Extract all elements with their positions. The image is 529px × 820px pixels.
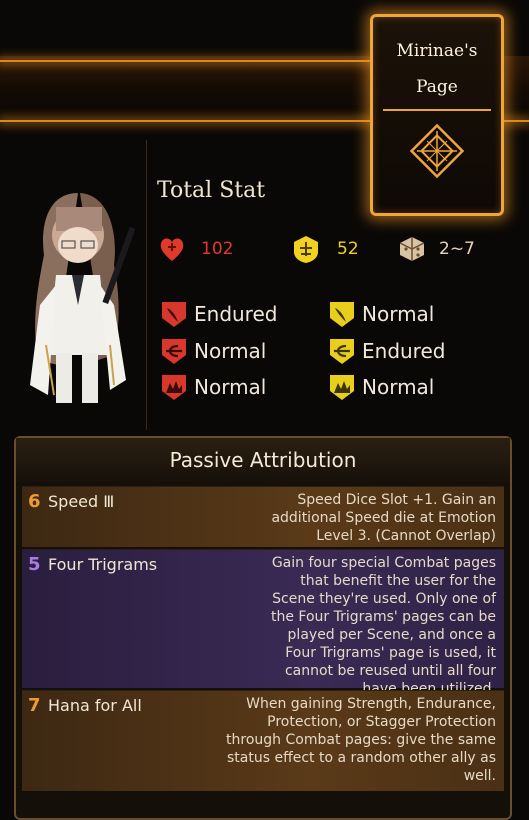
slash-resist-icon: [162, 302, 186, 327]
passive-panel: Passive Attribution 6 Speed Ⅲ Speed Dice…: [14, 436, 512, 820]
passive-description: When gaining Strength, Endurance, Protec…: [226, 696, 496, 784]
hp-heart-icon: [160, 238, 184, 261]
physical-resist-pierce-value: Normal: [194, 339, 267, 363]
stagger-resist-slash: Normal: [328, 300, 434, 328]
passive-name: Four Trigrams: [48, 555, 158, 574]
key-page-card[interactable]: Mirinae's Page: [370, 14, 504, 216]
character-portrait: [30, 193, 136, 403]
physical-resist-slash: Endured: [160, 300, 277, 328]
passive-row[interactable]: 7 Hana for All When gaining Strength, En…: [22, 690, 504, 791]
physical-resist-blunt-value: Normal: [194, 375, 267, 399]
stagger-slash-icon: [330, 302, 354, 327]
bottom-glow-line-right: [500, 120, 529, 122]
stagger-stat: 52: [291, 234, 359, 264]
pierce-resist-icon: [162, 339, 186, 364]
stagger-resist-pierce: Endured: [328, 337, 445, 365]
passive-cost: 6: [28, 491, 41, 512]
total-stat-label: Total Stat: [157, 178, 266, 203]
top-glow-line: [0, 60, 372, 62]
passive-name: Speed Ⅲ: [48, 492, 115, 511]
stagger-resist-slash-value: Normal: [362, 302, 435, 326]
passive-panel-header: Passive Attribution: [16, 438, 510, 482]
physical-resist-slash-value: Endured: [194, 302, 278, 326]
physical-resist-pierce: Normal: [160, 337, 266, 365]
speed-stat: 2~7: [397, 234, 475, 264]
stagger-resist-pierce-value: Endured: [362, 339, 446, 363]
passive-description: Speed Dice Slot +1. Gain an additional S…: [271, 492, 496, 544]
stagger-value: 52: [337, 239, 359, 259]
speed-dice-icon: [399, 237, 425, 261]
passive-row[interactable]: 6 Speed Ⅲ Speed Dice Slot +1. Gain an ad…: [22, 486, 504, 547]
stagger-resist-icon: [294, 236, 318, 263]
blunt-resist-icon: [162, 375, 186, 400]
card-divider: [383, 109, 491, 111]
speed-value: 2~7: [439, 239, 475, 259]
passive-name: Hana for All: [48, 696, 142, 715]
hp-stat: 102: [157, 234, 233, 264]
passive-row[interactable]: 5 Four Trigrams Gain four special Combat…: [22, 549, 504, 697]
stagger-resist-blunt: Normal: [328, 373, 434, 401]
section-divider: [146, 140, 147, 430]
page-owner-name: Mirinae's: [396, 41, 478, 61]
stagger-resist-blunt-value: Normal: [362, 375, 435, 399]
page-label: Page: [416, 77, 458, 97]
passive-cost: 5: [28, 554, 41, 575]
hp-value: 102: [201, 239, 234, 259]
stagger-pierce-icon: [330, 339, 354, 364]
stagger-blunt-icon: [330, 375, 354, 400]
passive-description: Gain four special Combat pages that bene…: [270, 555, 496, 697]
page-emblem-icon: [409, 123, 465, 179]
bottom-glow-line: [0, 120, 372, 122]
passive-cost: 7: [28, 695, 41, 716]
physical-resist-blunt: Normal: [160, 373, 266, 401]
